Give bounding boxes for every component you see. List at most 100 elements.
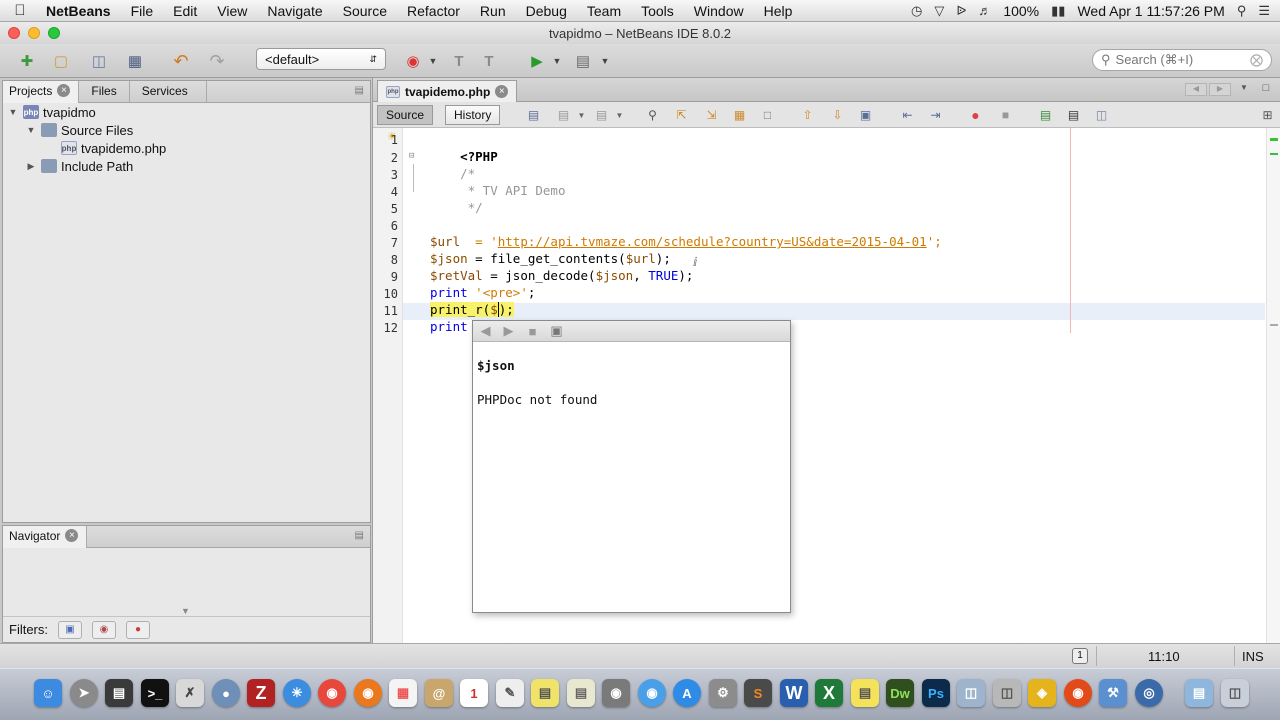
code-line-8[interactable]: $json = file_get_contents($url); [430,250,671,267]
browser-chrome-icon[interactable]: ◉ [402,50,424,72]
window-minimize-button[interactable] [28,27,40,39]
resize-handle-icon[interactable]: ▼ [181,606,190,616]
messages-app-icon[interactable]: ● [212,679,240,707]
forward-dropdown-icon[interactable]: ▼ [611,107,628,123]
editor-file-tab[interactable]: php tvapidemo.php × [377,80,518,102]
sublime-text-icon[interactable]: S [744,679,772,707]
terminal-icon[interactable]: >_ [141,679,169,707]
source-mode-button[interactable]: Source [377,105,434,125]
code-line-4[interactable]: */ [430,182,483,215]
back-arrow-icon[interactable]: ◀ [477,323,494,339]
stop-macro-recording-icon[interactable]: ■ [997,107,1014,123]
firefox-icon[interactable]: ◉ [354,679,382,707]
toggle-rectangular-selection-icon[interactable]: □ [759,107,776,123]
tree-project-node[interactable]: ▼ php tvapidmo [7,103,96,121]
menu-team[interactable]: Team [577,3,631,19]
code-line-1[interactable]: <?PHP [430,131,498,164]
xcode-icon[interactable]: ⚒ [1099,679,1127,707]
next-bookmark-icon[interactable]: ⇩ [829,107,846,123]
find-previous-icon[interactable]: ⇱ [673,107,690,123]
folder-stack-icon[interactable]: ▤ [1185,679,1213,707]
notes-icon[interactable]: ▤ [567,679,595,707]
menubar-clock[interactable]: Wed Apr 1 11:57:26 PM [1077,3,1224,19]
filter-private-icon[interactable]: ● [126,620,150,639]
find-next-icon[interactable]: ⇲ [703,107,720,123]
open-project-icon[interactable]: ◫ [88,50,110,72]
dreamweaver-icon[interactable]: Dw [886,679,914,707]
collapse-arrow-icon[interactable]: ▼ [7,107,19,117]
collapse-arrow-icon[interactable]: ▼ [25,125,37,135]
wifi-icon[interactable]: ▽ [934,3,944,19]
scroll-tabs-right-icon[interactable]: ▶ [1209,83,1231,96]
debug-project-icon[interactable]: ▤ [572,50,594,72]
app-store-icon[interactable]: A [673,679,701,707]
back-icon[interactable]: ▤ [555,107,572,123]
filter-fields-icon[interactable]: ▣ [58,620,82,639]
insert-mode[interactable]: INS [1242,649,1264,664]
menu-refactor[interactable]: Refactor [397,3,470,19]
code-line-12[interactable]: print [430,318,468,335]
split-editor-icon[interactable]: ⊞ [1259,107,1276,123]
system-preferences-icon[interactable]: ⚙ [709,679,737,707]
goto-source-icon[interactable]: ■ [524,323,541,339]
back-dropdown-icon[interactable]: ▼ [573,107,590,123]
new-project-icon[interactable]: ▢ [50,50,72,72]
spotlight-search-icon[interactable]: ⚲ [1237,3,1247,19]
menu-run[interactable]: Run [470,3,516,19]
last-edit-icon[interactable]: ▤ [525,107,542,123]
menu-debug[interactable]: Debug [516,3,577,19]
history-mode-button[interactable]: History [445,105,501,125]
word-icon[interactable]: W [780,679,808,707]
stickies-icon[interactable]: ▤ [531,679,559,707]
configuration-select[interactable]: <default> ⇵ [256,48,386,70]
close-icon[interactable]: × [57,84,71,97]
tree-file-node[interactable]: php tvapidemo.php [61,139,166,157]
window-close-button[interactable] [8,27,20,39]
save-all-icon[interactable]: ▦ [124,50,146,72]
tab-files[interactable]: Files [79,81,130,103]
preview-icon[interactable]: ✗ [176,679,204,707]
new-file-icon[interactable]: ✚ [16,50,38,72]
chrome-icon[interactable]: ◉ [318,679,346,707]
tab-projects[interactable]: Projects × [3,81,80,103]
menu-view[interactable]: View [207,3,257,19]
forward-icon[interactable]: ▤ [593,107,610,123]
editor-error-stripe[interactable] [1266,128,1280,643]
apple-icon[interactable]:  [0,2,40,19]
run-dropdown-icon[interactable]: ▼ [546,50,568,72]
code-line-3[interactable]: * TV API Demo [430,165,566,198]
clear-search-icon[interactable]: ⨂ [1250,52,1263,68]
textedit-icon[interactable]: ✎ [496,679,524,707]
facetime-icon[interactable]: ◉ [602,679,630,707]
code-line-9[interactable]: $retVal = json_decode($json, TRUE); [430,267,693,284]
menu-window[interactable]: Window [684,3,754,19]
time-machine-icon[interactable]: ◷ [911,3,922,19]
stickies-notes-icon[interactable]: ▤ [851,679,879,707]
previous-bookmark-icon[interactable]: ⇧ [799,107,816,123]
notification-count[interactable]: 1 [1072,648,1088,664]
tab-services[interactable]: Services [130,81,207,103]
scroll-tabs-left-icon[interactable]: ◀ [1185,83,1207,96]
code-line-11[interactable]: print_r($); [430,301,514,318]
filter-inherited-icon[interactable]: ◉ [92,620,116,639]
uncomment-icon[interactable]: ▤ [1065,107,1082,123]
menu-navigate[interactable]: Navigate [257,3,332,19]
volume-icon[interactable]: ♬ [978,3,991,18]
netbeans-icon[interactable]: ◈ [1028,679,1056,707]
code-line-2[interactable]: /* [430,148,475,181]
forward-arrow-icon[interactable]: ▶ [500,323,517,339]
menu-help[interactable]: Help [754,3,803,19]
notification-center-icon[interactable]: ☰ [1258,3,1270,19]
excel-icon[interactable]: X [815,679,843,707]
minimize-pane-icon[interactable]: ▤ [355,530,364,541]
launchpad-icon[interactable]: ➤ [70,679,98,707]
redo-icon[interactable]: ↷ [206,50,228,72]
toggle-highlight-icon[interactable]: ▦ [731,107,748,123]
expand-arrow-icon[interactable]: ▶ [25,161,37,172]
fold-collapse-icon[interactable]: ⊟ [409,151,414,161]
tree-include-path-node[interactable]: ▶ Include Path [25,157,134,175]
tab-list-dropdown-icon[interactable]: ▼ [1235,83,1253,96]
network-icon[interactable]: ◎ [1135,679,1163,707]
menu-app-name[interactable]: NetBeans [40,3,121,19]
firefox-dev-icon[interactable]: ◉ [1064,679,1092,707]
